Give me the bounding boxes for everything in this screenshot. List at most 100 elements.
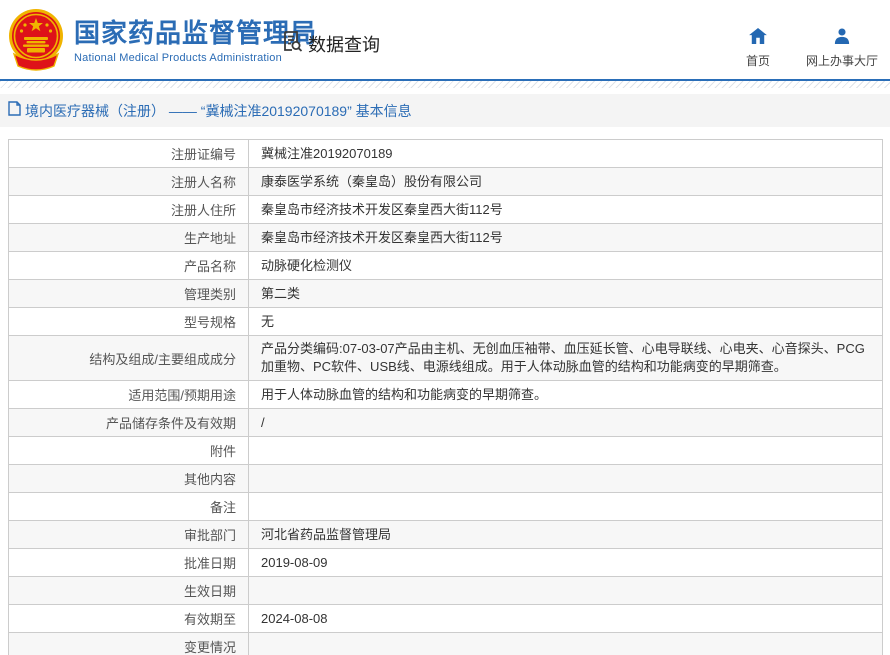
- row-value-text: 2019-08-09: [261, 554, 328, 572]
- row-label: 批准日期: [9, 549, 249, 576]
- nmpa-logo-link[interactable]: [8, 8, 64, 74]
- home-label: 首页: [746, 52, 770, 69]
- row-label: 生效日期: [9, 577, 249, 604]
- row-label: 变更情况: [9, 633, 249, 655]
- data-query-nav[interactable]: 数据查询: [280, 29, 380, 58]
- nav-item-service-hall[interactable]: 网上办事大厅: [806, 28, 878, 69]
- row-label-text: 生产地址: [184, 228, 236, 247]
- national-emblem-icon: [8, 61, 64, 78]
- row-value-text: 河北省药品监督管理局: [261, 526, 391, 544]
- table-row: 审批部门 河北省药品监督管理局: [9, 521, 882, 549]
- row-value: 冀械注准20192070189: [249, 140, 882, 167]
- row-label-text: 注册人住所: [171, 200, 236, 219]
- breadcrumb-text: 境内医疗器械（注册） —— “冀械注准20192070189” 基本信息: [25, 101, 412, 121]
- row-label: 注册证编号: [9, 140, 249, 167]
- row-label: 审批部门: [9, 521, 249, 548]
- hatch-divider: [0, 81, 890, 88]
- row-value: 无: [249, 308, 882, 335]
- row-label: 有效期至: [9, 605, 249, 632]
- row-label: 附件: [9, 437, 249, 464]
- row-value-text: 秦皇岛市经济技术开发区秦皇西大街112号: [261, 201, 503, 219]
- table-row: 管理类别 第二类: [9, 280, 882, 308]
- row-label-text: 变更情况: [184, 637, 236, 655]
- row-value: /: [249, 409, 882, 436]
- row-value: 秦皇岛市经济技术开发区秦皇西大街112号: [249, 196, 882, 223]
- row-value-text: 2024-08-08: [261, 610, 328, 628]
- row-value-text: 冀械注准20192070189: [261, 145, 393, 163]
- row-value: [249, 437, 882, 464]
- row-value: [249, 577, 882, 604]
- table-row: 生产地址 秦皇岛市经济技术开发区秦皇西大街112号: [9, 224, 882, 252]
- row-label: 结构及组成/主要组成成分: [9, 336, 249, 380]
- row-value-text: 用于人体动脉血管的结构和功能病变的早期筛查。: [261, 386, 547, 404]
- table-row: 批准日期 2019-08-09: [9, 549, 882, 577]
- row-label: 注册人名称: [9, 168, 249, 195]
- table-row: 附件: [9, 437, 882, 465]
- row-value: 第二类: [249, 280, 882, 307]
- table-row: 生效日期: [9, 577, 882, 605]
- row-label-text: 生效日期: [184, 581, 236, 600]
- row-value-text: 秦皇岛市经济技术开发区秦皇西大街112号: [261, 229, 503, 247]
- document-search-icon: [280, 29, 304, 58]
- nav-item-home[interactable]: 首页: [746, 28, 770, 69]
- row-value: 秦皇岛市经济技术开发区秦皇西大街112号: [249, 224, 882, 251]
- row-label: 其他内容: [9, 465, 249, 492]
- row-label-text: 管理类别: [184, 284, 236, 303]
- table-row: 备注: [9, 493, 882, 521]
- row-label-text: 批准日期: [184, 553, 236, 572]
- row-label-text: 审批部门: [184, 525, 236, 544]
- row-label-text: 其他内容: [184, 469, 236, 488]
- row-value-text: 动脉硬化检测仪: [261, 257, 352, 275]
- table-row: 注册人名称 康泰医学系统（秦皇岛）股份有限公司: [9, 168, 882, 196]
- row-value: [249, 493, 882, 520]
- row-label-text: 附件: [210, 441, 236, 460]
- row-value: 产品分类编码:07-03-07产品由主机、无创血压袖带、血压延长管、心电导联线、…: [249, 336, 882, 380]
- table-row: 产品储存条件及有效期 /: [9, 409, 882, 437]
- row-value: 动脉硬化检测仪: [249, 252, 882, 279]
- row-label: 备注: [9, 493, 249, 520]
- table-row: 注册证编号 冀械注准20192070189: [9, 140, 882, 168]
- row-value-text: 第二类: [261, 285, 300, 303]
- row-label: 注册人住所: [9, 196, 249, 223]
- table-row: 注册人住所 秦皇岛市经济技术开发区秦皇西大街112号: [9, 196, 882, 224]
- row-label-text: 注册人名称: [171, 172, 236, 191]
- row-label: 型号规格: [9, 308, 249, 335]
- row-value: 2024-08-08: [249, 605, 882, 632]
- row-label: 产品名称: [9, 252, 249, 279]
- row-value-text: /: [261, 414, 265, 432]
- row-label-text: 型号规格: [184, 312, 236, 331]
- row-value-text: 无: [261, 313, 274, 331]
- home-icon: [749, 28, 767, 49]
- row-label: 产品储存条件及有效期: [9, 409, 249, 436]
- row-label-text: 注册证编号: [171, 144, 236, 163]
- row-value: 用于人体动脉血管的结构和功能病变的早期筛查。: [249, 381, 882, 408]
- service-hall-label: 网上办事大厅: [806, 52, 878, 69]
- row-label-text: 备注: [210, 497, 236, 516]
- row-label-text: 结构及组成/主要组成成分: [89, 349, 236, 368]
- table-row: 其他内容: [9, 465, 882, 493]
- row-value: 2019-08-09: [249, 549, 882, 576]
- row-label: 管理类别: [9, 280, 249, 307]
- row-value: 河北省药品监督管理局: [249, 521, 882, 548]
- table-row: 变更情况: [9, 633, 882, 655]
- row-label-text: 适用范围/预期用途: [128, 385, 236, 404]
- document-icon: [8, 101, 21, 121]
- row-label-text: 产品名称: [184, 256, 236, 275]
- data-query-label: 数据查询: [308, 31, 380, 57]
- table-row: 型号规格 无: [9, 308, 882, 336]
- table-row: 有效期至 2024-08-08: [9, 605, 882, 633]
- header-nav: 首页 网上办事大厅: [746, 28, 878, 69]
- table-row: 结构及组成/主要组成成分 产品分类编码:07-03-07产品由主机、无创血压袖带…: [9, 336, 882, 381]
- table-row: 适用范围/预期用途 用于人体动脉血管的结构和功能病变的早期筛查。: [9, 381, 882, 409]
- table-row: 产品名称 动脉硬化检测仪: [9, 252, 882, 280]
- row-value: [249, 633, 882, 655]
- row-value: 康泰医学系统（秦皇岛）股份有限公司: [249, 168, 882, 195]
- info-table: 注册证编号 冀械注准20192070189 注册人名称 康泰医学系统（秦皇岛）股…: [8, 139, 883, 655]
- row-label: 适用范围/预期用途: [9, 381, 249, 408]
- user-icon: [834, 28, 850, 49]
- breadcrumb: 境内医疗器械（注册） —— “冀械注准20192070189” 基本信息: [0, 94, 890, 127]
- row-label-text: 产品储存条件及有效期: [106, 413, 236, 432]
- row-value-text: 产品分类编码:07-03-07产品由主机、无创血压袖带、血压延长管、心电导联线、…: [261, 340, 870, 376]
- row-label: 生产地址: [9, 224, 249, 251]
- row-label-text: 有效期至: [184, 609, 236, 628]
